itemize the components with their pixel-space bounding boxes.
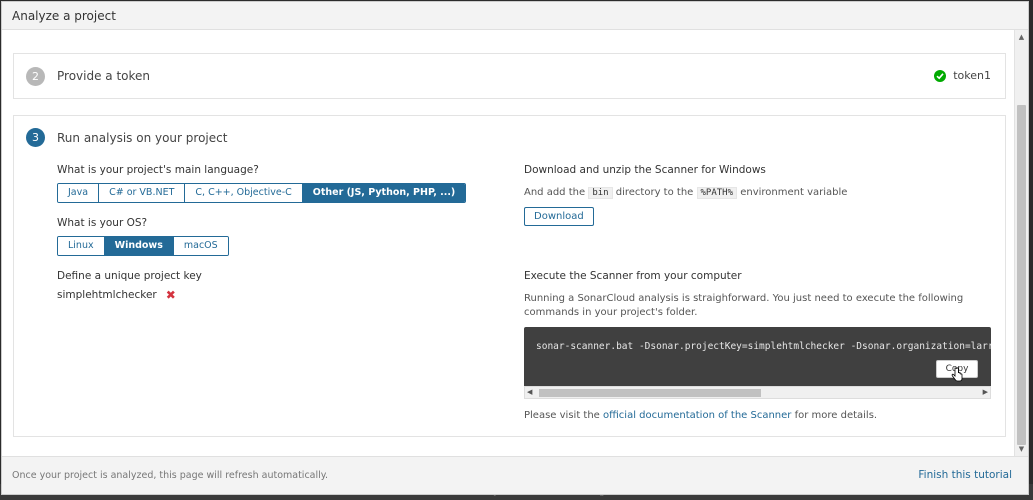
modal-title: Analyze a project [2,2,1028,30]
scroll-left-icon[interactable]: ◀ [527,387,532,398]
os-option-linux[interactable]: Linux [58,237,105,255]
download-title: Download and unzip the Scanner for Windo… [524,164,766,176]
project-key-label: Define a unique project key [57,270,202,282]
language-question: What is your project's main language? [57,164,259,176]
delete-key-icon[interactable]: ✖ [166,289,176,301]
scroll-up-icon[interactable]: ▲ [1017,32,1026,42]
project-settings: What is your project's main language? Ja… [57,164,467,301]
language-option-other[interactable]: Other (JS, Python, PHP, ...) [302,184,466,202]
step-provide-token[interactable]: 2 Provide a token token1 [13,53,1006,99]
path-instruction: And add the bin directory to the %PATH% … [524,186,991,200]
hand-cursor-icon [951,367,963,382]
execute-description: Running a SonarCloud analysis is straigh… [524,293,964,318]
path-env-code: %PATH% [696,187,738,199]
scanner-command: sonar-scanner.bat -Dsonar.projectKey=sim… [536,341,991,352]
execute-title: Execute the Scanner from your computer [524,270,742,282]
command-code-block: sonar-scanner.bat -Dsonar.projectKey=sim… [524,327,991,399]
os-option-macos[interactable]: macOS [173,237,228,255]
token-name: token1 [953,69,991,82]
os-question: What is your OS? [57,217,148,229]
language-option-csharp[interactable]: C# or VB.NET [99,184,186,202]
scroll-right-icon[interactable]: ▶ [983,387,988,398]
project-key-value: simplehtmlchecker [57,289,157,301]
documentation-note: Please visit the official documentation … [524,410,991,421]
token-status: token1 [934,69,991,82]
language-selector: Java C# or VB.NET C, C++, Objective-C Ot… [57,183,467,203]
scroll-thumb[interactable] [1017,105,1026,445]
modal-vertical-scrollbar[interactable]: ▲ ▼ [1014,30,1028,456]
step-title: Run analysis on your project [57,131,228,145]
code-horizontal-scrollbar[interactable]: ◀ ▶ [524,386,991,399]
path-text: And add the [524,187,586,198]
scanner-instructions: Download and unzip the Scanner for Windo… [524,164,991,421]
path-text: environment variable [740,187,848,198]
scroll-down-icon[interactable]: ▼ [1017,444,1026,454]
check-circle-icon [934,69,947,82]
analyze-project-modal: Analyze a project 2 Provide a token toke… [1,1,1029,495]
finish-tutorial-link[interactable]: Finish this tutorial [918,469,1012,481]
os-option-windows[interactable]: Windows [104,237,174,255]
os-selector: Linux Windows macOS [57,236,229,256]
download-button[interactable]: Download [524,207,594,226]
visit-prefix: Please visit the [524,410,600,421]
modal-body: 2 Provide a token token1 3 Run analysis … [2,30,1014,456]
scroll-thumb[interactable] [539,389,761,397]
step-number: 2 [26,67,45,86]
scanner-docs-link[interactable]: official documentation of the Scanner [603,410,791,421]
project-key-row: simplehtmlchecker ✖ [57,289,457,301]
bin-code: bin [588,187,613,199]
visit-suffix: for more details. [794,410,878,421]
refresh-note: Once your project is analyzed, this page… [12,470,329,481]
step-number: 3 [26,128,45,147]
modal-footer: Once your project is analyzed, this page… [2,456,1028,494]
step-run-analysis: 3 Run analysis on your project What is y… [13,115,1006,437]
language-option-java[interactable]: Java [58,184,100,202]
step-title: Provide a token [57,69,151,83]
path-text: directory to the [615,187,694,198]
language-option-c-cpp[interactable]: C, C++, Objective-C [185,184,303,202]
